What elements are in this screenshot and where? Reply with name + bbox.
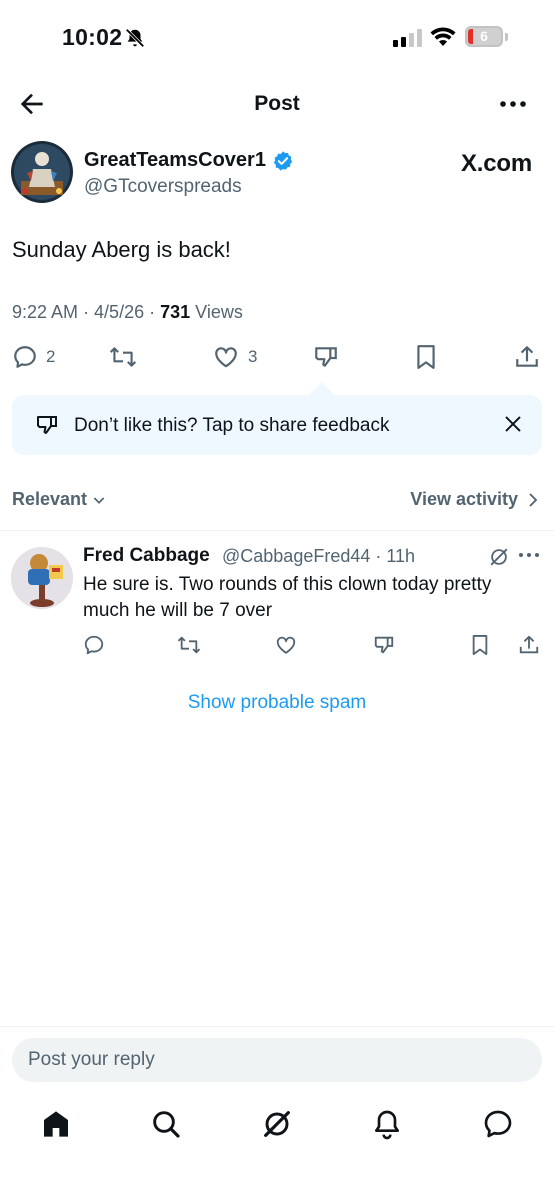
show-probable-spam-link[interactable]: Show probable spam bbox=[0, 692, 554, 714]
replies-sort-row: Relevant View activity bbox=[0, 480, 554, 520]
repost-icon bbox=[109, 347, 137, 367]
bookmark-button[interactable] bbox=[414, 344, 438, 370]
sort-label: Relevant bbox=[12, 489, 88, 509]
search-icon[interactable] bbox=[150, 1108, 182, 1140]
more-icon[interactable] bbox=[518, 550, 540, 560]
feedback-text: Don’t like this? Tap to share feedback bbox=[74, 415, 390, 436]
divider bbox=[0, 530, 554, 531]
battery-level: 6 bbox=[480, 28, 488, 44]
repost-button[interactable] bbox=[108, 344, 138, 370]
grok-icon[interactable] bbox=[488, 546, 510, 568]
source-label: X.com bbox=[460, 150, 532, 177]
like-button[interactable]: 3 bbox=[212, 344, 257, 370]
notifications-icon[interactable] bbox=[371, 1108, 403, 1140]
dislike-icon bbox=[315, 347, 337, 367]
share-icon[interactable] bbox=[518, 634, 540, 656]
author-name[interactable]: GreatTeamsCover1 bbox=[84, 149, 266, 172]
views-label: Views bbox=[195, 302, 243, 322]
divider bbox=[0, 1026, 554, 1027]
avatar[interactable] bbox=[11, 547, 73, 609]
page-title: Post bbox=[254, 92, 300, 115]
status-time: 10:02 bbox=[62, 24, 123, 50]
home-icon[interactable] bbox=[40, 1108, 72, 1140]
chevron-right-icon bbox=[529, 492, 538, 507]
list-item[interactable]: Fred Cabbage @CabbageFred44 · 11h He sur… bbox=[0, 540, 554, 670]
tweet-text: Sunday Aberg is back! bbox=[12, 237, 231, 262]
view-activity-label: View activity bbox=[410, 489, 518, 509]
view-activity-link[interactable]: View activity bbox=[410, 489, 540, 510]
replies-count: 2 bbox=[46, 347, 56, 366]
more-icon[interactable] bbox=[496, 90, 530, 118]
reply-time: 11h bbox=[386, 546, 416, 566]
author-handle[interactable]: @GTcoverspreads bbox=[84, 176, 242, 198]
nav-bar: Post bbox=[0, 76, 554, 132]
reply-icon bbox=[14, 346, 36, 368]
reply-author-name[interactable]: Fred Cabbage bbox=[83, 545, 210, 567]
cellular-signal-icon bbox=[393, 29, 422, 47]
reply-icon[interactable] bbox=[83, 634, 105, 656]
status-bar: 10:02 6 bbox=[0, 0, 554, 76]
chevron-down-icon bbox=[93, 496, 105, 504]
feedback-banner[interactable]: Don’t like this? Tap to share feedback bbox=[12, 395, 542, 455]
bookmark-icon bbox=[417, 345, 435, 369]
wifi-icon bbox=[430, 27, 456, 46]
sort-dropdown[interactable]: Relevant bbox=[12, 489, 107, 510]
tweet-header: GreatTeamsCover1 @GTcoverspreads X.com bbox=[0, 140, 554, 210]
tweet-time: 9:22 AM bbox=[12, 302, 79, 322]
share-icon bbox=[516, 346, 538, 367]
verified-icon bbox=[273, 151, 293, 171]
tweet-date: 4/5/26 bbox=[94, 302, 145, 322]
grok-icon[interactable] bbox=[261, 1108, 293, 1140]
bottom-tab-bar bbox=[0, 1100, 554, 1150]
like-icon[interactable] bbox=[274, 634, 298, 656]
reply-author-handle[interactable]: @CabbageFred44 · 11h bbox=[222, 546, 415, 567]
share-button[interactable] bbox=[514, 344, 540, 370]
like-icon bbox=[215, 347, 237, 368]
views-count: 731 bbox=[160, 302, 191, 322]
reply-button[interactable]: 2 bbox=[12, 344, 55, 370]
close-icon[interactable] bbox=[502, 413, 524, 435]
messages-icon[interactable] bbox=[482, 1108, 514, 1140]
dislike-button[interactable] bbox=[312, 344, 340, 370]
bell-muted-icon bbox=[125, 28, 145, 48]
tweet-actions: 2 3 bbox=[0, 340, 554, 376]
avatar[interactable] bbox=[11, 141, 73, 203]
reply-text: He sure is. Two rounds of this clown tod… bbox=[83, 574, 492, 621]
bookmark-icon[interactable] bbox=[470, 634, 490, 656]
dislike-icon bbox=[37, 416, 57, 434]
likes-count: 3 bbox=[248, 347, 258, 366]
reply-actions bbox=[0, 634, 554, 658]
reply-input[interactable] bbox=[12, 1038, 542, 1082]
repost-icon[interactable] bbox=[176, 634, 202, 656]
dislike-icon[interactable] bbox=[372, 634, 396, 656]
tweet-meta: 9:22 AM · 4/5/26 · 731 Views bbox=[12, 302, 243, 322]
battery-indicator: 6 bbox=[465, 26, 503, 47]
